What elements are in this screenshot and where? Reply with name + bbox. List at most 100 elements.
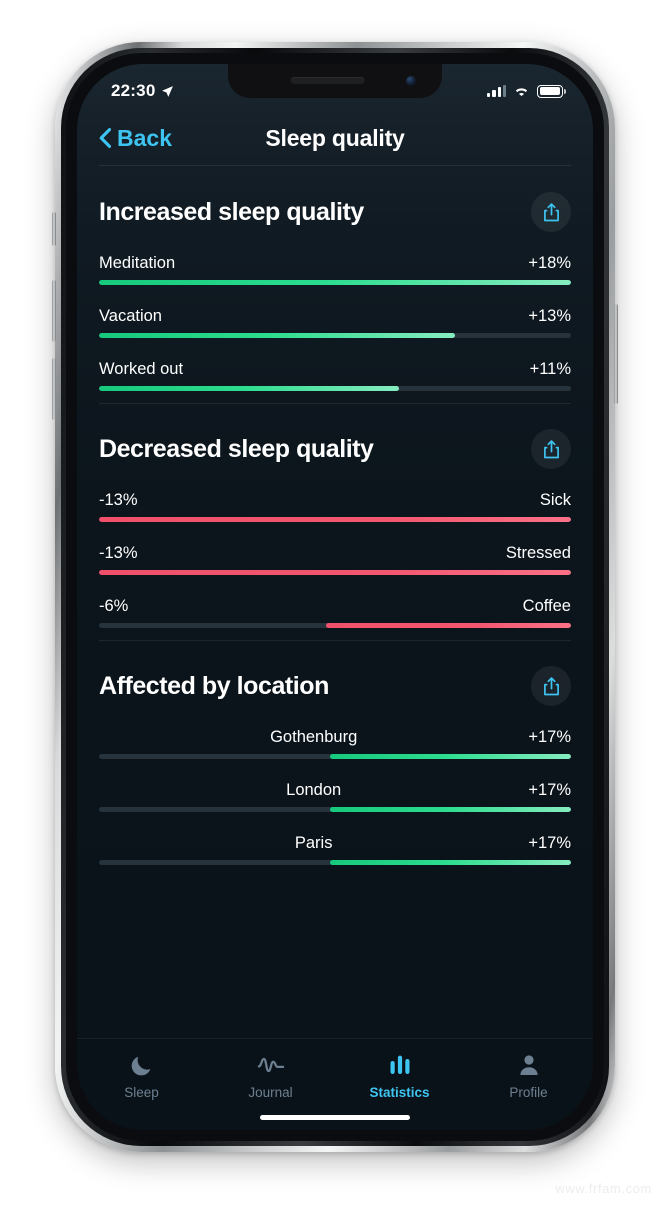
statistics-content: Increased sleep quality Meditation +18% Vac… [77, 166, 593, 1038]
stat-row-labels: -6% Coffee [99, 597, 571, 616]
power-button[interactable] [614, 304, 618, 404]
back-button-label: Back [117, 124, 172, 151]
progress-fill [325, 623, 571, 628]
bar-chart-icon [390, 1055, 409, 1074]
phone-bezel: 22:30 Sleep quality Back Increased sleep… [61, 48, 609, 1146]
stat-row: Gothenburg +17% [99, 728, 571, 759]
share-button[interactable] [531, 666, 571, 706]
section-title: Decreased sleep quality [99, 434, 374, 463]
stat-label: Gothenburg [270, 728, 358, 746]
stat-value: -6% [99, 597, 129, 615]
stat-label: Vacation [99, 307, 162, 325]
progress-fill [99, 280, 571, 285]
stat-row: Vacation +13% [99, 307, 571, 338]
stat-row-labels: Vacation +13% [99, 307, 571, 326]
tab-label: Sleep [124, 1085, 159, 1100]
progress-fill [99, 570, 571, 575]
chevron-left-icon [99, 128, 111, 148]
progress-track [99, 860, 571, 865]
tab-label: Profile [509, 1085, 548, 1100]
stat-row-labels: -13% Sick [99, 491, 571, 510]
progress-track [99, 517, 571, 522]
stat-row: -13% Sick [99, 491, 571, 522]
share-icon [543, 676, 559, 695]
stat-row: Meditation +18% [99, 254, 571, 285]
waveform-icon [257, 1057, 284, 1073]
share-button[interactable] [531, 192, 571, 232]
section-increased-sleep-quality: Increased sleep quality Meditation +18% Vac… [99, 166, 571, 403]
section-title: Affected by location [99, 671, 329, 700]
navigation-bar: Sleep quality Back [77, 110, 593, 166]
watermark: www.frfam.com [555, 1181, 652, 1196]
stat-value: +17% [528, 781, 572, 799]
progress-fill [330, 807, 571, 812]
section-title: Increased sleep quality [99, 197, 364, 226]
front-camera-icon [406, 76, 416, 86]
phone-screen: 22:30 Sleep quality Back Increased sleep… [77, 64, 593, 1130]
stat-row-labels: Meditation +18% [99, 254, 571, 273]
cellular-signal-icon [487, 85, 506, 97]
tab-profile[interactable]: Profile [464, 1052, 593, 1100]
phone-bezel-inner: 22:30 Sleep quality Back Increased sleep… [66, 53, 604, 1141]
back-button[interactable]: Back [99, 125, 172, 152]
progress-track [99, 754, 571, 759]
volume-up-button[interactable] [52, 280, 56, 342]
stat-row: London +17% [99, 781, 571, 812]
person-icon [519, 1055, 538, 1075]
stat-label: London [286, 781, 342, 799]
section-header: Decreased sleep quality [99, 429, 571, 469]
tab-journal[interactable]: Journal [206, 1052, 335, 1100]
status-bar-time: 22:30 [111, 81, 156, 100]
stat-label: Worked out [99, 360, 184, 378]
progress-track [99, 807, 571, 812]
progress-fill [330, 860, 571, 865]
stat-row-labels: London +17% [99, 781, 571, 800]
tab-icon-wrap [388, 1052, 412, 1078]
navigation-divider [99, 165, 571, 166]
progress-track [99, 386, 571, 391]
tab-label: Journal [248, 1085, 293, 1100]
status-bar-left: 22:30 [111, 81, 174, 101]
progress-track [99, 570, 571, 575]
stat-label: Coffee [522, 597, 571, 615]
stat-row-labels: Paris +17% [99, 834, 571, 853]
stat-value: -13% [99, 491, 138, 509]
tab-icon-wrap [517, 1052, 541, 1078]
section-header: Increased sleep quality [99, 192, 571, 232]
share-button[interactable] [531, 429, 571, 469]
tab-statistics[interactable]: Statistics [335, 1052, 464, 1100]
screenshot-root: www.frfam.com 22:30 Sleep quality Back I… [0, 0, 670, 1208]
progress-track [99, 333, 571, 338]
stat-value: +13% [528, 307, 571, 325]
stat-value: +18% [528, 254, 571, 272]
mute-switch[interactable] [52, 212, 56, 246]
earpiece-speaker [290, 77, 365, 84]
stat-value: -13% [99, 544, 138, 562]
progress-fill [99, 386, 399, 391]
stat-value: +17% [528, 728, 572, 746]
home-indicator[interactable] [260, 1114, 410, 1120]
tab-icon-wrap [129, 1052, 154, 1078]
share-icon [543, 202, 559, 221]
stat-row: Paris +17% [99, 834, 571, 865]
stat-row: -6% Coffee [99, 597, 571, 628]
notch [228, 64, 442, 98]
progress-fill [330, 754, 571, 759]
wifi-icon [515, 87, 528, 96]
status-bar-right [487, 84, 566, 98]
stat-label: Stressed [505, 544, 571, 562]
battery-full-icon [537, 84, 566, 98]
volume-down-button[interactable] [52, 358, 56, 420]
section-header: Affected by location [99, 666, 571, 706]
progress-fill [99, 333, 456, 338]
stat-value: +11% [529, 360, 571, 378]
stat-row-labels: -13% Stressed [99, 544, 571, 563]
location-arrow-icon [162, 85, 174, 97]
section-decreased-sleep-quality: Decreased sleep quality -13% Sick -13% Stres… [99, 403, 571, 640]
progress-track [99, 280, 571, 285]
stat-label: Sick [539, 491, 571, 509]
stat-label: Paris [294, 834, 333, 852]
phone-frame: 22:30 Sleep quality Back Increased sleep… [52, 42, 618, 1152]
stat-label: Meditation [99, 254, 176, 272]
tab-sleep[interactable]: Sleep [77, 1052, 206, 1100]
